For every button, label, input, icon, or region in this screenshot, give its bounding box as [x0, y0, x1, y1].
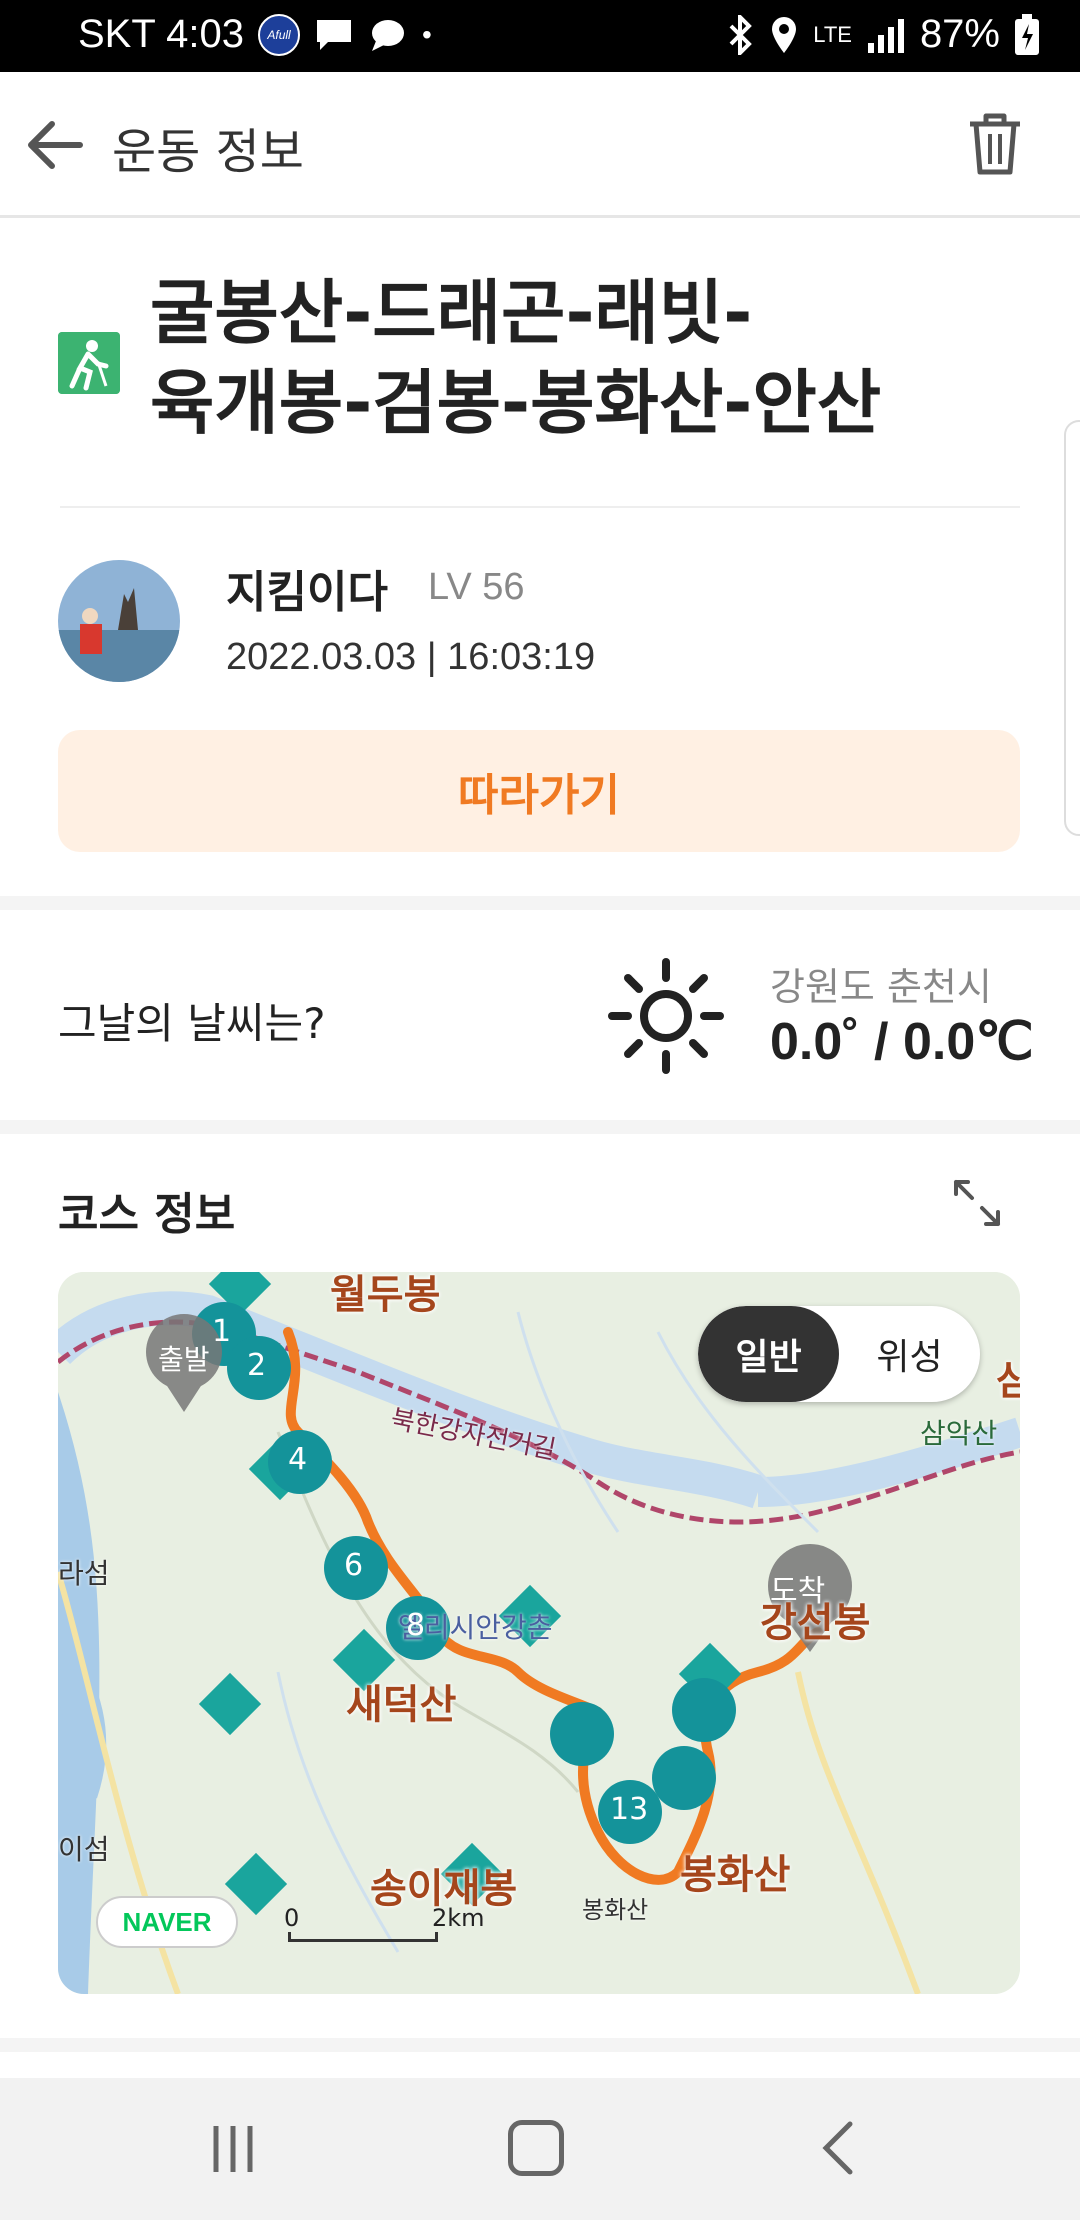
map-label-i-seom: 이섬	[58, 1833, 110, 1866]
status-left: SKT 4:03 Afull •	[78, 12, 432, 57]
map-label-saedeoksan: 새덕산	[346, 1682, 457, 1728]
expand-icon[interactable]	[950, 1176, 1004, 1230]
route-marker-label: 8	[406, 1608, 426, 1643]
bluetooth-icon	[729, 14, 753, 55]
route-marker-label: 1	[212, 1314, 232, 1349]
route-marker-label: 13	[610, 1792, 649, 1827]
user-level: LV 56	[428, 566, 525, 608]
afull-badge-icon: Afull	[258, 13, 301, 56]
follow-button[interactable]: 따라가기	[58, 730, 1020, 852]
map-type-satellite[interactable]: 위성	[839, 1306, 980, 1402]
activity-title: 굴봉산-드래곤-래빗- 육개봉-검봉-봉화산-안산	[150, 268, 1030, 448]
activity-title-line2: 육개봉-검봉-봉화산-안산	[150, 362, 882, 444]
map-label-bonghwasan-small: 봉화산	[582, 1896, 649, 1924]
map-type-toggle[interactable]: 일반 위성	[698, 1306, 980, 1402]
route-marker-label: 2	[247, 1348, 267, 1383]
back-arrow-icon[interactable]	[22, 112, 88, 178]
sun-icon	[608, 958, 724, 1074]
course-title: 코스 정보	[58, 1189, 236, 1240]
status-bar: SKT 4:03 Afull • LTE 87%	[0, 0, 1080, 72]
notification-dot: •	[422, 18, 432, 50]
battery-percent: 87%	[919, 12, 1000, 56]
weather-question: 그날의 날씨는?	[58, 999, 326, 1048]
avatar-photo	[58, 560, 180, 682]
weather-location: 강원도 춘천시	[770, 965, 992, 1009]
scale-two: 2km	[432, 1904, 485, 1932]
map-label-sam-edge: 삼	[996, 1358, 1020, 1404]
chat-bubble-icon	[372, 19, 405, 51]
weather-temperature: 0.0˚ / 0.0℃	[770, 1013, 1034, 1071]
map-label-top-peak: 월두봉	[330, 1272, 441, 1318]
recent-apps-icon[interactable]	[208, 2122, 258, 2176]
route-marker-label: 6	[344, 1548, 364, 1583]
nav-back-icon[interactable]	[818, 2118, 858, 2178]
naver-logo: NAVER	[96, 1896, 238, 1948]
route-marker-label: 4	[288, 1442, 308, 1477]
activity-header: 굴봉산-드래곤-래빗- 육개봉-검봉-봉화산-안산	[0, 218, 1080, 508]
course-map[interactable]: 월두봉 북한강자전거길 라섬 이섬 새덕산 엘리시안강촌 송이재봉 봉화산 봉화…	[58, 1272, 1020, 1994]
lte-label: LTE	[813, 21, 852, 47]
app-bar: 운동 정보	[0, 72, 1080, 218]
user-name[interactable]: 지킴이다	[226, 556, 388, 620]
start-marker-label: 출발	[158, 1343, 210, 1376]
divider	[60, 506, 1020, 508]
status-right: LTE 87%	[725, 12, 1040, 57]
section-separator	[0, 2038, 1080, 2052]
system-nav-bar	[0, 2078, 1080, 2220]
trash-icon[interactable]	[964, 110, 1026, 178]
section-separator	[0, 896, 1080, 910]
scale-bar	[288, 1932, 438, 1942]
scale-zero: 0	[284, 1904, 300, 1932]
home-icon[interactable]	[508, 2120, 564, 2176]
map-label-bonghwasan: 봉화산	[680, 1852, 791, 1898]
map-label-samaksan: 삼악산	[920, 1417, 998, 1450]
activity-title-line1: 굴봉산-드래곤-래빗-	[150, 272, 753, 354]
carrier-time: SKT 4:03	[78, 12, 245, 56]
avatar[interactable]	[58, 560, 180, 682]
hiking-icon	[58, 332, 120, 394]
message-icon	[317, 19, 352, 50]
map-type-normal[interactable]: 일반	[698, 1306, 839, 1402]
section-separator	[0, 1120, 1080, 1134]
location-icon	[772, 16, 797, 53]
activity-datetime: 2022.03.03 | 16:03:19	[226, 636, 596, 678]
map-label-west-island: 라섬	[58, 1557, 110, 1590]
arrival-marker-label: 도착	[770, 1574, 826, 1609]
battery-icon	[1015, 13, 1039, 55]
page-title: 운동 정보	[112, 124, 304, 180]
signal-icon	[867, 18, 904, 53]
